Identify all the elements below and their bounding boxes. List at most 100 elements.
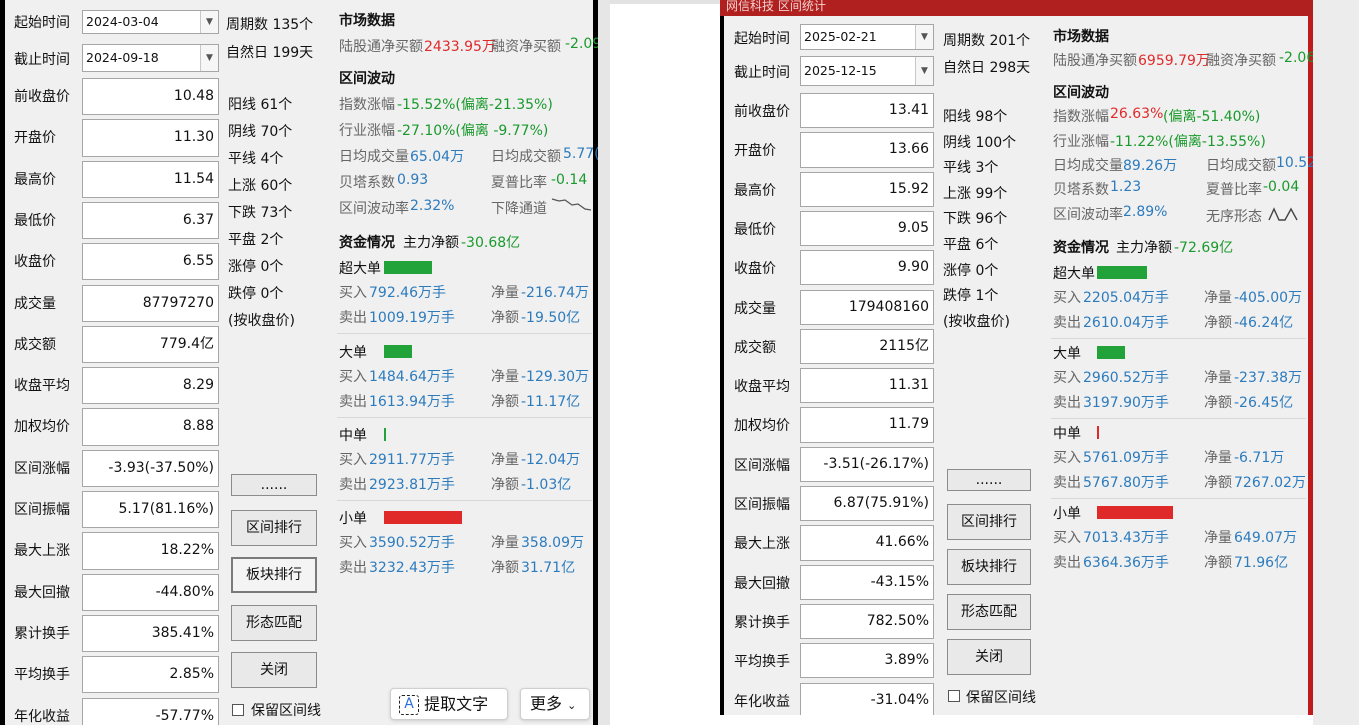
- industry-change-label: 行业涨幅: [339, 123, 395, 139]
- order-size-name: 超大单: [339, 261, 381, 277]
- chart-edge: [0, 0, 5, 725]
- net-amount-value: 31.71亿: [521, 560, 576, 576]
- chevron-down-icon[interactable]: ▼: [200, 45, 218, 71]
- net-amount-label: 净额: [491, 394, 519, 410]
- buy-value: 3590.52万手: [369, 535, 455, 551]
- candle-count: 上涨 99个: [943, 185, 1008, 202]
- end-time-label: 截止时间: [14, 52, 70, 68]
- avg-amount-label: 日均成交额: [491, 149, 561, 165]
- field-label: 开盘价: [734, 143, 776, 160]
- hk-connect-label: 陆股通净买额: [1053, 53, 1137, 69]
- field-value: 10.48: [82, 78, 219, 116]
- field-value: -57.77%: [82, 697, 219, 725]
- field-label: 最高价: [14, 171, 56, 188]
- field-value: 782.50%: [800, 603, 934, 640]
- pattern-match-button[interactable]: 形态匹配: [231, 605, 317, 641]
- flow-bar: [1097, 506, 1173, 519]
- field-label: 前收盘价: [14, 89, 70, 105]
- candle-count: 阳线 98个: [943, 109, 1008, 125]
- avg-volume-label: 日均成交量: [339, 149, 409, 165]
- hk-connect-value: 2433.95万: [424, 39, 496, 55]
- order-size-name: 大单: [1053, 346, 1081, 362]
- buy-label: 买入: [339, 285, 367, 301]
- group-divider: [337, 333, 592, 334]
- close-button[interactable]: 关闭: [231, 652, 317, 688]
- keep-range-line-checkbox[interactable]: [948, 690, 960, 702]
- sell-label: 卖出: [339, 394, 367, 410]
- end-date-picker[interactable]: 2025-12-15 ▼: [800, 56, 934, 86]
- field-label: 平均换手: [734, 654, 790, 671]
- net-volume-label: 净量: [1204, 530, 1232, 546]
- field-value: 41.66%: [800, 525, 934, 561]
- field-label: 最低价: [14, 212, 56, 229]
- sell-value: 1613.94万手: [369, 394, 455, 410]
- buy-value: 792.46万手: [369, 285, 446, 301]
- net-amount-value: 71.96亿: [1234, 555, 1289, 571]
- chevron-down-icon[interactable]: ▼: [915, 57, 933, 85]
- field-label: 加权均价: [734, 418, 790, 435]
- sell-value: 3232.43万手: [369, 560, 455, 576]
- window-title-bar: 网信科技 区间统计: [720, 0, 1313, 16]
- net-volume-value: 649.07万: [1234, 530, 1297, 546]
- more-button[interactable]: ......: [231, 474, 317, 496]
- sell-label: 卖出: [339, 477, 367, 493]
- end-date-picker[interactable]: 2024-09-18 ▼: [82, 44, 219, 72]
- buy-label: 买入: [1053, 370, 1081, 386]
- chart-edge: [720, 16, 724, 715]
- more-menu-button[interactable]: 更多 ⌄: [520, 688, 590, 720]
- field-label: 成交额: [14, 336, 56, 353]
- field-value: 11.54: [82, 160, 219, 198]
- pattern-match-button[interactable]: 形态匹配: [947, 594, 1031, 630]
- keep-range-line-checkbox[interactable]: [232, 704, 244, 716]
- range-rank-button[interactable]: 区间排行: [947, 504, 1031, 540]
- sector-rank-button[interactable]: 板块排行: [231, 557, 317, 593]
- candle-count: 平线 4个: [228, 151, 284, 167]
- candle-count: 阳线 61个: [228, 97, 293, 113]
- field-label: 区间振幅: [734, 497, 790, 513]
- field-label: 成交量: [734, 300, 776, 317]
- industry-change-value: -11.22%(偏离-13.55%): [1110, 134, 1266, 150]
- range-rank-button[interactable]: 区间排行: [231, 510, 317, 546]
- field-value: -44.80%: [82, 573, 219, 611]
- start-date-picker[interactable]: 2024-03-04 ▼: [82, 10, 219, 34]
- field-label: 收盘价: [734, 261, 776, 278]
- close-button[interactable]: 关闭: [947, 639, 1031, 675]
- candle-count: (按收盘价): [228, 313, 295, 329]
- period-count: 周期数 201个: [943, 33, 1031, 49]
- sector-rank-button[interactable]: 板块排行: [947, 549, 1031, 585]
- group-divider: [1051, 498, 1306, 499]
- trend-pattern-label: 无序形态: [1206, 209, 1262, 225]
- avg-amount-value: 10.52(: [1276, 155, 1313, 171]
- field-label: 加权均价: [14, 419, 70, 436]
- sharpe-value: -0.04: [1263, 179, 1300, 195]
- industry-change-value: -27.10%(偏离 -9.77%): [397, 123, 549, 139]
- net-amount-value: -46.24亿: [1234, 315, 1294, 331]
- chevron-down-icon[interactable]: ▼: [915, 25, 933, 49]
- chart-edge-right: [593, 0, 598, 725]
- net-volume-label: 净量: [1204, 290, 1232, 306]
- sell-label: 卖出: [1053, 395, 1081, 411]
- interval-stats-panel-right: 网信科技 区间统计 起始时间 2025-02-21 ▼ 截止时间 2025-12…: [720, 0, 1313, 715]
- margin-label: 融资净买额: [1206, 53, 1276, 69]
- net-volume-label: 净量: [491, 535, 519, 551]
- start-date-picker[interactable]: 2025-02-21 ▼: [800, 24, 934, 50]
- text-recognition-icon: A: [399, 694, 419, 715]
- buy-label: 买入: [339, 369, 367, 385]
- buy-label: 买入: [339, 452, 367, 468]
- candle-count: 涨停 0个: [228, 259, 284, 275]
- extract-text-button[interactable]: A 提取文字: [390, 688, 508, 720]
- field-value: 11.31: [800, 368, 934, 404]
- field-label: 累计换手: [14, 625, 70, 642]
- field-value: -3.51(-26.17%): [800, 446, 934, 482]
- flow-bar: [384, 428, 386, 441]
- chevron-down-icon[interactable]: ▼: [200, 11, 218, 33]
- net-amount-label: 净额: [1204, 555, 1232, 571]
- end-time-label: 截止时间: [734, 65, 790, 81]
- sell-label: 卖出: [1053, 315, 1081, 331]
- more-button[interactable]: ......: [947, 469, 1031, 491]
- field-value: 13.41: [800, 93, 934, 129]
- candle-count: 阴线 100个: [943, 134, 1017, 151]
- field-label: 最高价: [734, 182, 776, 199]
- buy-value: 7013.43万手: [1083, 530, 1169, 546]
- sell-label: 卖出: [1053, 555, 1081, 571]
